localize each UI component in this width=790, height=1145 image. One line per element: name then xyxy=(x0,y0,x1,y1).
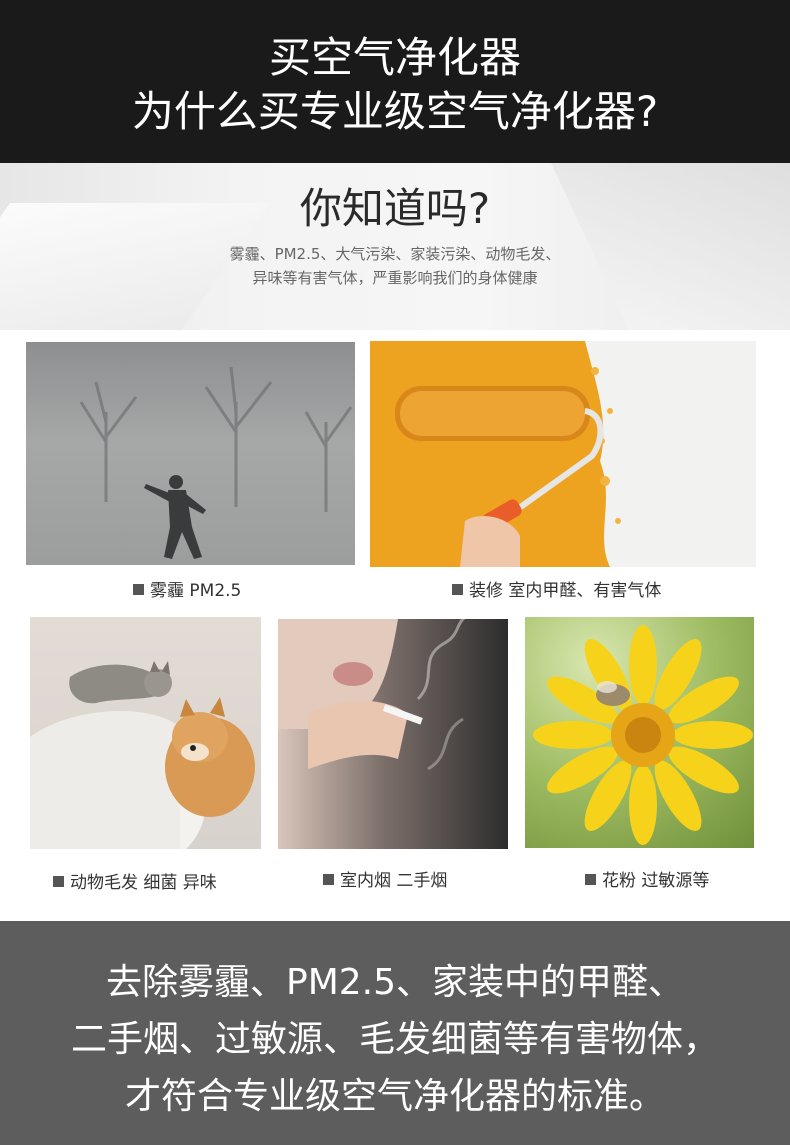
intro-description-line2: 异味等有害气体，严重影响我们的身体健康 xyxy=(252,269,538,287)
header-banner: 买空气净化器 为什么买专业级空气净化器? xyxy=(0,0,790,163)
footer-line1: 去除雾霾、PM2.5、家装中的甲醛、 xyxy=(105,962,685,1003)
footer-line3: 才符合专业级空气净化器的标准。 xyxy=(124,1076,665,1117)
footer-banner: 去除雾霾、PM2.5、家装中的甲醛、 二手烟、过敏源、毛发细菌等有害物体， 才符… xyxy=(0,921,790,1145)
bullet-square xyxy=(452,584,463,595)
caption-pets: 动物毛发 细菌 异味 xyxy=(53,868,217,893)
caption-smoking: 室内烟 二手烟 xyxy=(323,866,447,891)
smog-illustration xyxy=(79,366,353,559)
caption-smog: 雾霾 PM2.5 xyxy=(133,576,241,601)
flower-illustration xyxy=(533,625,753,845)
smog-photo xyxy=(26,342,355,565)
smoking-illustration xyxy=(278,619,466,771)
bullet-square xyxy=(133,584,144,595)
footer-line2: 二手烟、过敏源、毛发细菌等有害物体， xyxy=(70,1019,719,1060)
intro-description-line1: 雾霾、PM2.5、大气污染、家装污染、动物毛发、 xyxy=(229,245,561,263)
cat-and-dog-photo xyxy=(30,617,261,849)
bullet-square xyxy=(585,874,596,885)
caption-pollen: 花粉 过敏源等 xyxy=(585,866,709,891)
intro-question: 你知道吗? xyxy=(299,184,491,233)
pets-illustration xyxy=(30,661,255,849)
flower-with-bee-photo xyxy=(525,617,754,848)
smoking-photo xyxy=(278,619,508,849)
intro-section: 你知道吗? 雾霾、PM2.5、大气污染、家装污染、动物毛发、 异味等有害气体，严… xyxy=(0,163,790,330)
header-title-line2: 为什么买专业级空气净化器? xyxy=(131,87,659,136)
paint-illustration xyxy=(370,341,621,567)
header-title-line1: 买空气净化器 xyxy=(268,33,521,82)
bullet-square xyxy=(53,876,64,887)
caption-renovation: 装修 室内甲醛、有害气体 xyxy=(452,576,661,601)
bullet-square xyxy=(323,874,334,885)
paint-roller-photo xyxy=(370,341,756,567)
